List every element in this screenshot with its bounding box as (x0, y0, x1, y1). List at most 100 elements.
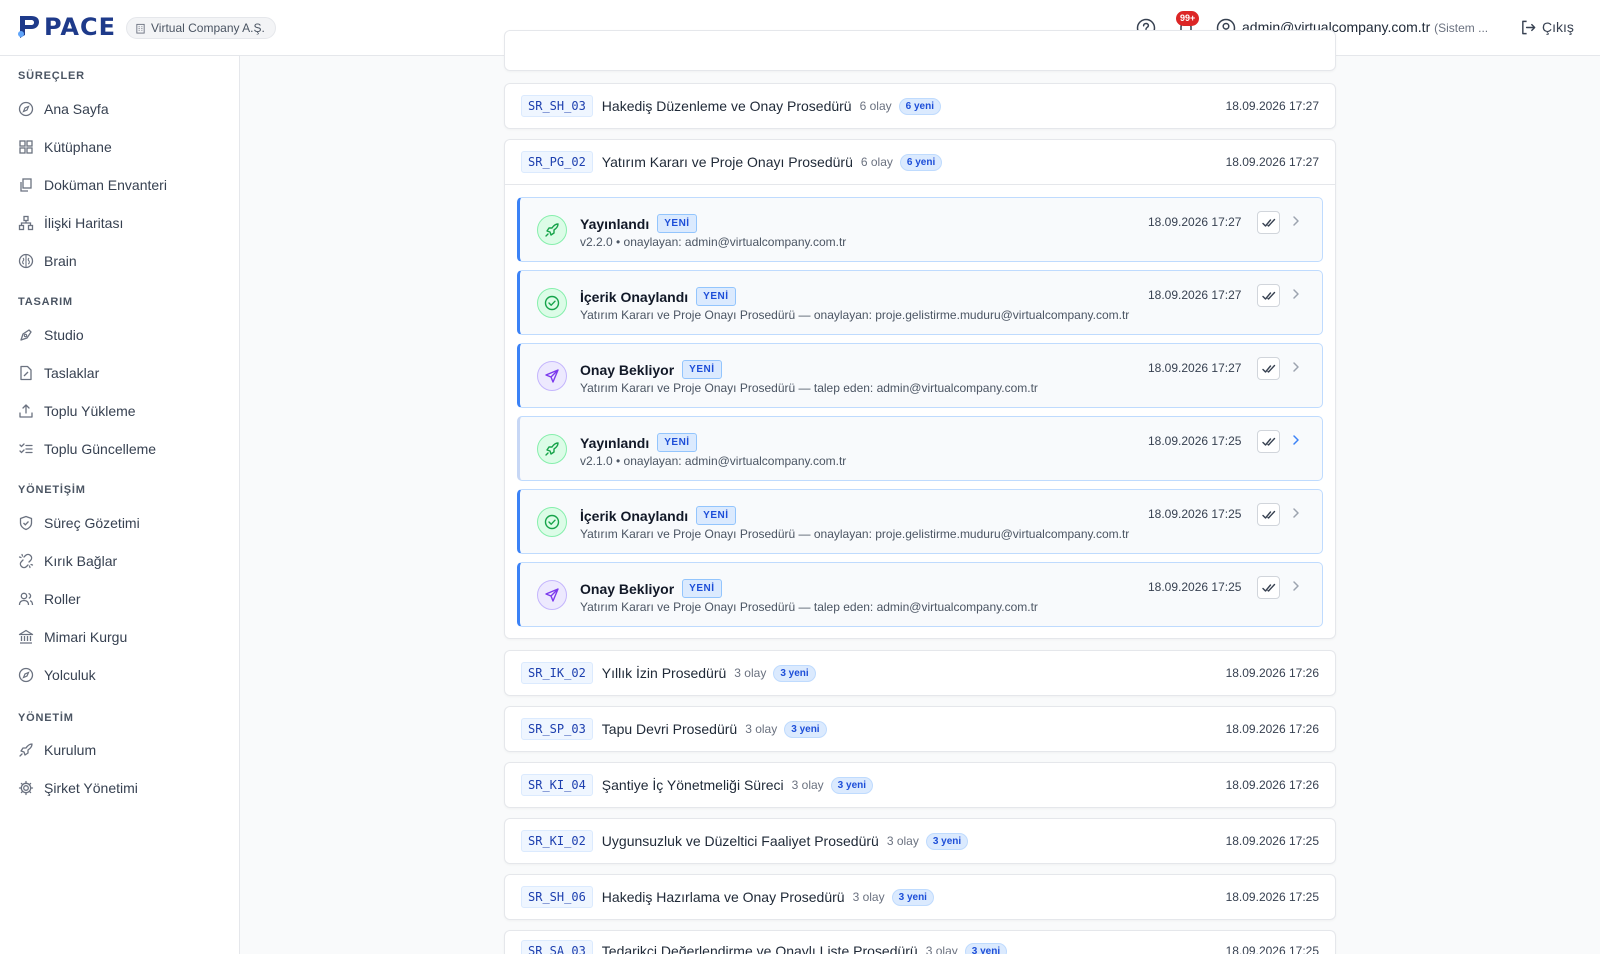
pace-logo-icon (18, 16, 39, 38)
chevron-right-icon[interactable] (1289, 360, 1303, 374)
process-card[interactable]: SR_SA_03 Tedarikçi Değerlendirme ve Onay… (504, 930, 1336, 954)
event-list: Yayınlandı YENİ v2.2.0 • onaylayan: admin… (505, 184, 1335, 639)
grid-icon (19, 140, 33, 154)
sidebar-item-kurulum[interactable]: Kurulum (0, 733, 239, 767)
mark-read-button[interactable] (1257, 503, 1280, 526)
process-code: SR_SP_03 (521, 718, 593, 740)
sidebar-item-dokuman-envanteri[interactable]: Doküman Envanteri (0, 168, 239, 202)
mark-read-button[interactable] (1257, 576, 1280, 599)
process-row[interactable]: SR_SA_03 Tedarikçi Değerlendirme ve Onay… (505, 931, 1335, 954)
sidebar-item-roller[interactable]: Roller (0, 582, 239, 616)
process-date: 18.09.2026 17:25 (1225, 834, 1319, 848)
chevron-right-icon[interactable] (1289, 214, 1303, 228)
event-title: İçerik Onaylandı (580, 507, 689, 524)
event-item[interactable]: İçerik Onaylandı YENİ Yatırım Kararı ve P… (517, 489, 1323, 554)
process-date: 18.09.2026 17:26 (1225, 778, 1319, 792)
pen-tool-icon (20, 329, 32, 341)
sidebar-item-label: Kurulum (44, 742, 97, 758)
process-card[interactable]: SR_KI_02 Uygunsuzluk ve Düzeltici Faaliy… (504, 818, 1336, 864)
sidebar-item-kirik-baglar[interactable]: Kırık Bağlar (0, 544, 239, 578)
sidebar-item-mimari-kurgu[interactable]: Mimari Kurgu (0, 620, 239, 654)
user-role: (Sistem ... (1434, 21, 1489, 35)
event-count: 6 olay (859, 99, 892, 113)
section-title-yonetim: YÖNETİM (18, 712, 74, 724)
sidebar-item-label: Toplu Güncelleme (44, 441, 157, 457)
event-item[interactable]: Onay Bekliyor YENİ Yatırım Kararı ve Proj… (517, 562, 1323, 627)
process-row[interactable]: SR_SP_03 Tapu Devri Prosedürü 3 olay 3 y… (505, 707, 1335, 751)
mark-read-button[interactable] (1257, 211, 1280, 234)
chevron-right-icon[interactable] (1289, 579, 1303, 593)
sidebar-item-toplu-yukleme[interactable]: Toplu Yükleme (0, 394, 239, 428)
chevron-right-icon[interactable] (1289, 433, 1303, 447)
event-item[interactable]: Onay Bekliyor YENİ Yatırım Kararı ve Proj… (517, 343, 1323, 408)
double-check-icon (1261, 218, 1275, 227)
rocket-icon (19, 743, 33, 757)
sidebar-item-sirket-yonetimi[interactable]: Şirket Yönetimi (0, 771, 239, 805)
double-check-icon (1261, 437, 1275, 446)
double-check-icon (1261, 510, 1275, 519)
process-card[interactable]: SR_IK_02 Yıllık İzin Prosedürü 3 olay 3 … (504, 650, 1336, 696)
sidebar-item-iliski-haritasi[interactable]: İlişki Haritası (0, 206, 239, 240)
event-date: 18.09.2026 17:27 (1148, 215, 1242, 229)
process-row[interactable]: SR_KI_04 Şantiye İç Yönetmeliği Süreci 3… (505, 763, 1335, 807)
process-card[interactable]: SR_SH_06 Hakediş Hazırlama ve Onay Prose… (504, 874, 1336, 920)
mark-read-button[interactable] (1257, 357, 1280, 380)
new-badge: YENİ (657, 214, 697, 233)
process-name: Yatırım Kararı ve Proje Onayı Prosedürü (601, 154, 853, 170)
event-count: 6 olay (860, 155, 893, 169)
chevron-right-icon[interactable] (1289, 506, 1303, 520)
users-icon (18, 592, 34, 606)
event-item[interactable]: İçerik Onaylandı YENİ Yatırım Kararı ve P… (517, 270, 1323, 335)
new-badge: YENİ (696, 506, 736, 525)
event-item-hovered[interactable]: Yayınlandı YENİ v2.1.0 • onaylayan: admin… (517, 416, 1323, 481)
event-item[interactable]: Yayınlandı YENİ v2.2.0 • onaylayan: admin… (517, 197, 1323, 262)
process-card-partial[interactable] (504, 30, 1336, 71)
process-name: Hakediş Düzenleme ve Onay Prosedürü (601, 98, 852, 114)
process-row[interactable]: SR_SH_03 Hakediş Düzenleme ve Onay Prose… (505, 84, 1335, 128)
sidebar-item-label: Doküman Envanteri (44, 177, 167, 193)
sidebar-item-label: Mimari Kurgu (44, 629, 128, 645)
event-count: 3 olay (852, 890, 885, 904)
logo[interactable]: PACE (16, 13, 116, 41)
event-title: İçerik Onaylandı (580, 288, 689, 305)
section-title-surecler: SÜREÇLER (18, 70, 85, 82)
logout-button[interactable]: Çıkış (1542, 19, 1574, 35)
sidebar-item-ana-sayfa[interactable]: Ana Sayfa (0, 92, 239, 126)
file-edit-icon (20, 365, 32, 381)
send-icon (545, 588, 559, 602)
sidebar-item-studio[interactable]: Studio (0, 318, 239, 352)
process-row[interactable]: SR_PG_02 Yatırım Kararı ve Proje Onayı P… (505, 140, 1335, 184)
sidebar: SÜREÇLER Ana Sayfa Kütüphane Doküman Env… (0, 56, 240, 954)
process-date: 18.09.2026 17:27 (1225, 99, 1319, 113)
sidebar-item-taslaklar[interactable]: Taslaklar (0, 356, 239, 390)
sidebar-item-toplu-guncelleme[interactable]: Toplu Güncelleme (0, 432, 239, 466)
sidebar-item-yolculuk[interactable]: Yolculuk (0, 658, 239, 692)
notification-badge: 99+ (1176, 11, 1200, 26)
logout-icon[interactable] (1520, 19, 1537, 36)
process-card[interactable]: SR_KI_04 Şantiye İç Yönetmeliği Süreci 3… (504, 762, 1336, 808)
process-name: Şantiye İç Yönetmeliği Süreci (601, 777, 784, 793)
rocket-icon (545, 223, 559, 237)
sidebar-item-kutuphane[interactable]: Kütüphane (0, 130, 239, 164)
process-card[interactable]: SR_SP_03 Tapu Devri Prosedürü 3 olay 3 y… (504, 706, 1336, 752)
sidebar-item-label: İlişki Haritası (44, 215, 124, 231)
mark-read-button[interactable] (1257, 430, 1280, 453)
process-row[interactable]: SR_IK_02 Yıllık İzin Prosedürü 3 olay 3 … (505, 651, 1335, 695)
sidebar-item-label: Brain (44, 253, 77, 269)
company-chip[interactable]: Virtual Company A.Ş. (126, 17, 276, 39)
section-title-yonetisim: YÖNETİŞİM (18, 484, 86, 496)
chevron-right-icon[interactable] (1289, 287, 1303, 301)
process-card-expanded[interactable]: SR_PG_02 Yatırım Kararı ve Proje Onayı P… (504, 139, 1336, 639)
process-name: Uygunsuzluk ve Düzeltici Faaliyet Prosed… (601, 833, 879, 849)
mark-read-button[interactable] (1257, 284, 1280, 307)
process-code: SR_KI_02 (521, 830, 593, 852)
compass-icon (18, 101, 34, 117)
process-row[interactable]: SR_KI_02 Uygunsuzluk ve Düzeltici Faaliy… (505, 819, 1335, 863)
sidebar-item-brain[interactable]: Brain (0, 244, 239, 278)
event-date: 18.09.2026 17:27 (1148, 288, 1242, 302)
process-row[interactable]: SR_SH_06 Hakediş Hazırlama ve Onay Prose… (505, 875, 1335, 919)
event-subtitle: Yatırım Kararı ve Proje Onayı Prosedürü … (580, 381, 1038, 395)
process-card[interactable]: SR_SH_03 Hakediş Düzenleme ve Onay Prose… (504, 83, 1336, 129)
sidebar-item-label: Taslaklar (44, 365, 100, 381)
sidebar-item-surec-gozetimi[interactable]: Süreç Gözetimi (0, 506, 239, 540)
